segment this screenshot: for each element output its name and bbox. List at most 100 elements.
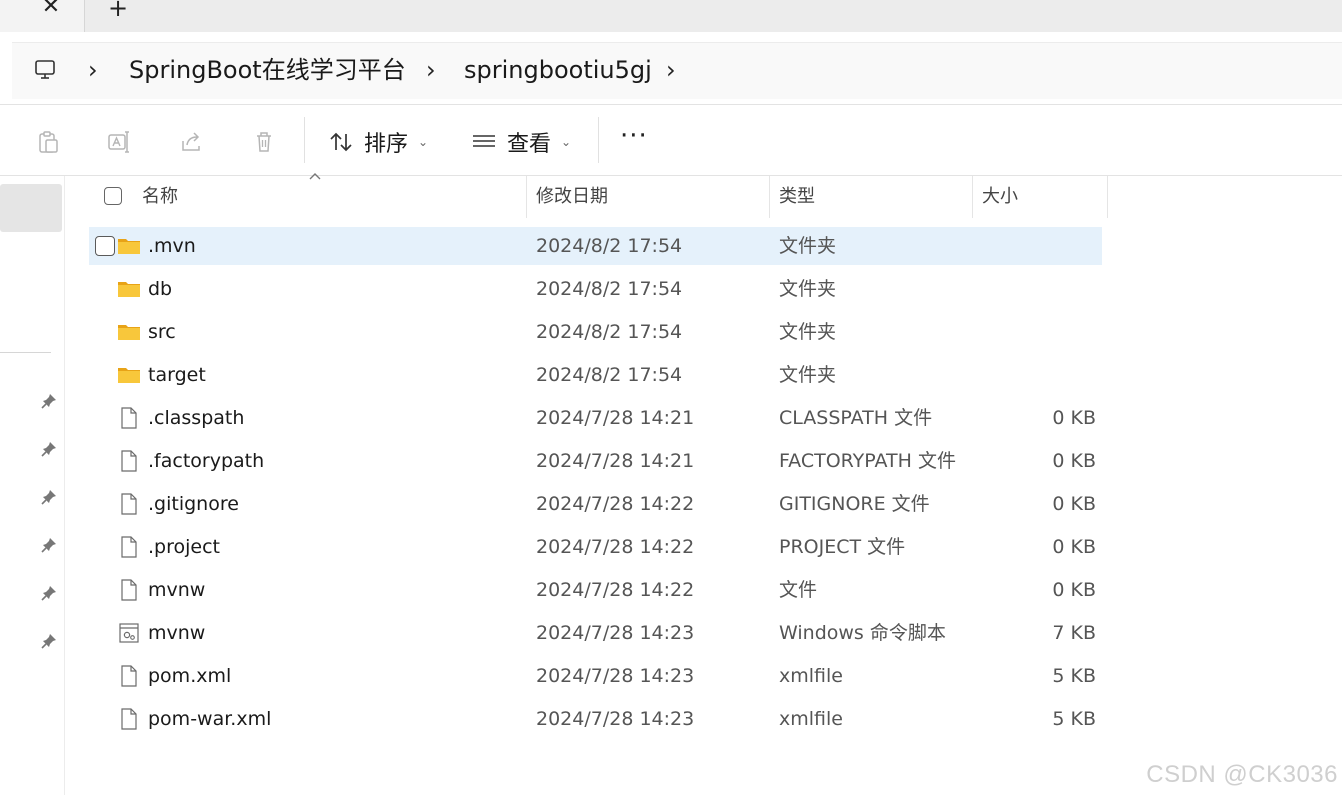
column-resize-handle[interactable] bbox=[972, 176, 973, 218]
file-icon bbox=[117, 406, 141, 430]
file-size: 0 KB bbox=[1052, 493, 1096, 515]
file-size: 0 KB bbox=[1052, 450, 1096, 472]
divider bbox=[0, 175, 1342, 176]
pin-icon[interactable] bbox=[40, 392, 58, 410]
more-options-button[interactable]: ··· bbox=[620, 123, 650, 159]
file-type: 文件夹 bbox=[779, 278, 837, 300]
file-row[interactable]: mvnw 2024/7/28 14:23 Windows 命令脚本 7 KB bbox=[89, 614, 1102, 652]
breadcrumb-item-folder[interactable]: springbootiu5gj bbox=[464, 55, 652, 85]
command-bar: 排序 ⌄ 查看 ⌄ ··· bbox=[0, 105, 1342, 175]
column-header-modified[interactable]: 修改日期 bbox=[536, 176, 608, 218]
row-checkbox[interactable] bbox=[95, 236, 115, 256]
column-header-size[interactable]: 大小 bbox=[982, 176, 1018, 218]
folder-icon bbox=[117, 320, 141, 344]
folder-icon bbox=[117, 277, 141, 301]
pin-icon[interactable] bbox=[40, 584, 58, 602]
file-row[interactable]: target 2024/8/2 17:54 文件夹 bbox=[89, 356, 1102, 394]
tab-strip: ✕ + bbox=[0, 0, 1342, 32]
folder-icon bbox=[117, 234, 141, 258]
sort-button[interactable]: 排序 ⌄ bbox=[328, 125, 428, 159]
file-modified: 2024/7/28 14:22 bbox=[536, 493, 695, 515]
file-row[interactable]: mvnw 2024/7/28 14:22 文件 0 KB bbox=[89, 571, 1102, 609]
file-name: .gitignore bbox=[148, 493, 239, 515]
file-name: mvnw bbox=[148, 622, 206, 644]
file-icon bbox=[117, 535, 141, 559]
file-modified: 2024/8/2 17:54 bbox=[536, 235, 683, 257]
file-type: 文件夹 bbox=[779, 235, 837, 257]
breadcrumb-chevron-icon[interactable]: › bbox=[666, 57, 676, 83]
column-header-type[interactable]: 类型 bbox=[779, 176, 815, 218]
column-resize-handle[interactable] bbox=[1107, 176, 1108, 218]
file-name: pom-war.xml bbox=[148, 708, 272, 730]
file-name: target bbox=[148, 364, 206, 386]
delete-icon[interactable] bbox=[251, 129, 277, 155]
file-type: GITIGNORE 文件 bbox=[779, 493, 930, 515]
file-row[interactable]: .gitignore 2024/7/28 14:22 GITIGNORE 文件 … bbox=[89, 485, 1102, 523]
toolbar-separator bbox=[598, 117, 599, 163]
file-size: 0 KB bbox=[1052, 536, 1096, 558]
file-row[interactable]: .mvn 2024/8/2 17:54 文件夹 bbox=[89, 227, 1102, 265]
file-icon bbox=[117, 664, 141, 688]
file-modified: 2024/7/28 14:21 bbox=[536, 407, 695, 429]
file-modified: 2024/7/28 14:23 bbox=[536, 665, 695, 687]
file-row[interactable]: pom-war.xml 2024/7/28 14:23 xmlfile 5 KB bbox=[89, 700, 1102, 738]
file-row[interactable]: db 2024/8/2 17:54 文件夹 bbox=[89, 270, 1102, 308]
share-icon[interactable] bbox=[179, 129, 205, 155]
file-type: 文件夹 bbox=[779, 364, 837, 386]
file-type: Windows 命令脚本 bbox=[779, 622, 946, 644]
file-row[interactable]: .project 2024/7/28 14:22 PROJECT 文件 0 KB bbox=[89, 528, 1102, 566]
rename-icon[interactable] bbox=[106, 129, 132, 155]
file-name: src bbox=[148, 321, 176, 343]
file-modified: 2024/7/28 14:21 bbox=[536, 450, 695, 472]
breadcrumb-chevron-icon[interactable]: › bbox=[426, 57, 436, 83]
file-icon bbox=[117, 578, 141, 602]
file-type: 文件夹 bbox=[779, 321, 837, 343]
close-tab-icon[interactable]: ✕ bbox=[38, 0, 64, 20]
file-modified: 2024/7/28 14:23 bbox=[536, 708, 695, 730]
computer-icon[interactable] bbox=[34, 59, 56, 81]
pin-icon[interactable] bbox=[40, 632, 58, 650]
toolbar-separator bbox=[304, 117, 305, 163]
view-list-icon bbox=[473, 135, 495, 147]
file-size: 0 KB bbox=[1052, 579, 1096, 601]
file-name: .classpath bbox=[148, 407, 245, 429]
folder-icon bbox=[117, 363, 141, 387]
column-resize-handle[interactable] bbox=[526, 176, 527, 218]
chevron-down-icon: ⌄ bbox=[418, 135, 429, 149]
view-label: 查看 bbox=[507, 132, 552, 157]
file-modified: 2024/8/2 17:54 bbox=[536, 278, 683, 300]
file-size: 0 KB bbox=[1052, 407, 1096, 429]
file-modified: 2024/7/28 14:22 bbox=[536, 579, 695, 601]
sort-ascending-icon bbox=[308, 168, 322, 182]
file-modified: 2024/7/28 14:23 bbox=[536, 622, 695, 644]
select-all-checkbox[interactable] bbox=[104, 187, 122, 205]
file-type: 文件 bbox=[779, 579, 818, 601]
file-size: 5 KB bbox=[1052, 665, 1096, 687]
view-button[interactable]: 查看 ⌄ bbox=[471, 125, 571, 159]
sort-label: 排序 bbox=[364, 132, 409, 157]
pin-icon[interactable] bbox=[40, 440, 58, 458]
file-row[interactable]: pom.xml 2024/7/28 14:23 xmlfile 5 KB bbox=[89, 657, 1102, 695]
nav-item-selected[interactable] bbox=[0, 184, 62, 232]
column-header-name[interactable]: 名称 bbox=[142, 176, 178, 218]
file-modified: 2024/7/28 14:22 bbox=[536, 536, 695, 558]
file-icon bbox=[117, 449, 141, 473]
paste-icon[interactable] bbox=[35, 129, 61, 155]
file-size: 7 KB bbox=[1052, 622, 1096, 644]
pin-icon[interactable] bbox=[40, 536, 58, 554]
file-name: pom.xml bbox=[148, 665, 232, 687]
file-name: .factorypath bbox=[148, 450, 265, 472]
pin-icon[interactable] bbox=[40, 488, 58, 506]
file-icon bbox=[117, 707, 141, 731]
file-type: CLASSPATH 文件 bbox=[779, 407, 933, 429]
file-row[interactable]: src 2024/8/2 17:54 文件夹 bbox=[89, 313, 1102, 351]
column-resize-handle[interactable] bbox=[769, 176, 770, 218]
address-bar[interactable]: › SpringBoot在线学习平台 › springbootiu5gj › bbox=[12, 42, 1342, 99]
breadcrumb-item-project[interactable]: SpringBoot在线学习平台 bbox=[129, 55, 406, 85]
file-type: FACTORYPATH 文件 bbox=[779, 450, 956, 472]
file-row[interactable]: .classpath 2024/7/28 14:21 CLASSPATH 文件 … bbox=[89, 399, 1102, 437]
new-tab-button[interactable]: + bbox=[104, 0, 132, 22]
breadcrumb-chevron-icon[interactable]: › bbox=[88, 57, 98, 83]
chevron-down-icon: ⌄ bbox=[561, 135, 572, 149]
file-row[interactable]: .factorypath 2024/7/28 14:21 FACTORYPATH… bbox=[89, 442, 1102, 480]
